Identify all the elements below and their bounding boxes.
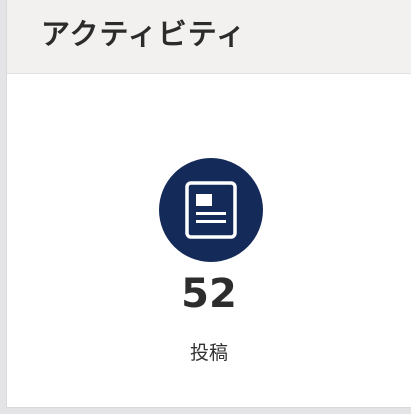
card-title: アクティビティ — [41, 16, 247, 51]
document-icon — [159, 158, 263, 262]
post-count: 52 — [181, 271, 237, 317]
post-count-label: 投稿 — [189, 342, 228, 364]
activity-card: アクティビティ 52 投稿 — [6, 0, 411, 408]
document-icon-glyph — [185, 181, 237, 239]
card-body: 52 投稿 — [7, 74, 411, 407]
card-header: アクティビティ — [7, 0, 411, 74]
